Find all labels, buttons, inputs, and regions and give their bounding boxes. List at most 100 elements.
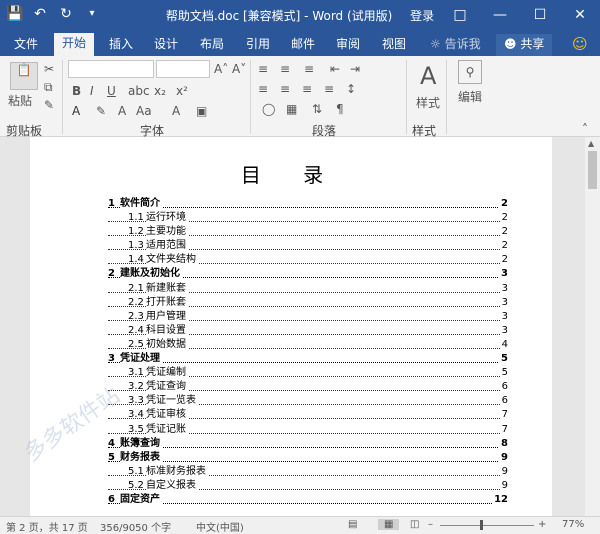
grow-font-icon[interactable]: A˄ [214, 62, 228, 76]
bullets-icon[interactable]: ≡ [258, 62, 268, 76]
cut-icon[interactable]: ✂ [44, 62, 54, 76]
smiley-feedback-icon[interactable]: ☺ [564, 34, 596, 56]
document-page[interactable]: 目 录 1 软件简介 2 1.1 运行环境 2 1.2 主要功能 2 1.3 适用范围 2 1.4 文件夹… [20, 137, 552, 516]
scroll-up-icon[interactable]: ▲ [588, 139, 594, 148]
sort-icon[interactable]: ⇅ [312, 102, 322, 116]
tab-mailings[interactable]: 邮件 [283, 34, 323, 56]
toc-entry[interactable]: 2.3 用户管理 3 [108, 309, 508, 324]
copy-icon[interactable]: ⧉ [44, 80, 53, 95]
print-layout-icon[interactable]: ▦ [378, 519, 400, 530]
numbering-icon[interactable]: ≡ [280, 62, 290, 76]
char-border-icon[interactable]: ▣ [196, 104, 207, 118]
align-center-icon[interactable]: ≡ [280, 82, 290, 96]
line-spacing-icon[interactable]: ↕ [346, 82, 356, 96]
increase-indent-icon[interactable]: ⇥ [350, 62, 360, 76]
toc-entry-number: 3.3 [128, 395, 144, 407]
toc-leader-dots [108, 460, 500, 462]
document-title: 帮助文档.doc [兼容模式] - Word (试用版) [165, 9, 393, 23]
read-mode-icon[interactable]: ▤ [348, 519, 357, 530]
scroll-thumb[interactable] [588, 151, 597, 189]
align-left-icon[interactable]: ≡ [258, 82, 268, 96]
shrink-font-icon[interactable]: A˅ [232, 62, 246, 76]
toc-entry-label: 凭证记账 [146, 422, 188, 437]
toc-entry[interactable]: 5.1 标准财务报表 9 [108, 464, 508, 479]
toc-entry[interactable]: 4 账簿查询 8 [108, 436, 508, 451]
shading-icon[interactable]: ◯ [262, 102, 275, 116]
tab-insert[interactable]: 插入 [101, 34, 141, 56]
toc-entry[interactable]: 1.2 主要功能 2 [108, 225, 508, 240]
login-link[interactable]: 登录 [410, 9, 434, 23]
tab-review[interactable]: 审阅 [328, 34, 368, 56]
zoom-out-icon[interactable]: – [428, 519, 433, 530]
styles-button[interactable]: 样式 [416, 94, 440, 111]
font-size-box[interactable] [156, 60, 210, 78]
zoom-level[interactable]: 77% [562, 519, 584, 530]
toc-entry[interactable]: 3.1 凭证编制 5 [108, 366, 508, 381]
toc-entry[interactable]: 3.5 凭证记账 7 [108, 422, 508, 437]
language[interactable]: 中文(中国) [196, 519, 244, 534]
tab-layout[interactable]: 布局 [192, 34, 232, 56]
paste-button-label[interactable]: 粘贴 [8, 92, 32, 109]
toc-entry[interactable]: 3 凭证处理 5 [108, 352, 508, 367]
toc-entry-label: 凭证审核 [146, 408, 188, 423]
toc-entry[interactable]: 5 财务报表 9 [108, 450, 508, 465]
toc-entry[interactable]: 2.2 打开账套 3 [108, 295, 508, 310]
paste-icon[interactable]: 📋 [10, 62, 38, 90]
share-button[interactable]: ☻ 共享 [496, 34, 553, 56]
superscript-icon[interactable]: x² [176, 84, 188, 98]
toc-entry[interactable]: 3.4 凭证审核 7 [108, 408, 508, 423]
editing-button[interactable]: 编辑 [458, 88, 482, 105]
strikethrough-icon[interactable]: abc [128, 84, 150, 98]
toc-entry[interactable]: 2.4 科目设置 3 [108, 323, 508, 338]
font-color-icon[interactable]: A [118, 104, 126, 118]
italic-icon[interactable]: I [90, 84, 94, 98]
tab-file[interactable]: 文件 [6, 34, 46, 56]
toc-entry-number: 3.4 [128, 409, 144, 421]
bold-icon[interactable]: B [72, 84, 81, 98]
tab-references[interactable]: 引用 [238, 34, 278, 56]
toc-entry[interactable]: 1.1 运行环境 2 [108, 211, 508, 226]
tab-design[interactable]: 设计 [146, 34, 186, 56]
tell-me-box[interactable]: ☼ 告诉我 [422, 34, 489, 56]
justify-icon[interactable]: ≡ [324, 82, 334, 96]
align-right-icon[interactable]: ≡ [302, 82, 312, 96]
toc-entry[interactable]: 1.4 文件夹结构 2 [108, 253, 508, 268]
subscript-icon[interactable]: x₂ [154, 84, 166, 98]
maximize-button[interactable]: ☐ [520, 0, 560, 30]
ribbon-display-options-icon[interactable]: □ [440, 0, 480, 30]
toc-entry[interactable]: 3.3 凭证一览表 6 [108, 394, 508, 409]
show-marks-icon[interactable]: ¶ [336, 102, 344, 116]
font-name-box[interactable] [68, 60, 154, 78]
collapse-ribbon-icon[interactable]: ˄ [582, 122, 588, 136]
toc-entry[interactable]: 2.5 初始数据 4 [108, 337, 508, 352]
find-icon[interactable]: ⚲ [458, 60, 482, 84]
zoom-slider[interactable] [440, 525, 534, 526]
char-shading-icon[interactable]: A [172, 104, 180, 118]
toc-entry[interactable]: 5.2 自定义报表 9 [108, 478, 508, 493]
change-case-icon[interactable]: Aa [136, 104, 152, 118]
vertical-scrollbar[interactable]: ▲ [585, 137, 600, 516]
word-count[interactable]: 356/9050 个字 [100, 519, 171, 534]
toc-entry[interactable]: 2.1 新建账套 3 [108, 281, 508, 296]
toc-entry[interactable]: 6 固定资产 12 [108, 492, 508, 507]
tab-home[interactable]: 开始 [54, 33, 95, 56]
toc-entry[interactable]: 1.3 适用范围 2 [108, 239, 508, 254]
format-painter-icon[interactable]: ✎ [44, 98, 54, 112]
web-layout-icon[interactable]: ◫ [410, 519, 419, 530]
text-effects-icon[interactable]: A [72, 104, 80, 118]
page-count[interactable]: 第 2 页，共 17 页 [6, 519, 88, 534]
minimize-button[interactable]: — [480, 0, 520, 30]
zoom-in-icon[interactable]: + [538, 519, 546, 530]
toc-entry[interactable]: 2 建账及初始化 3 [108, 267, 508, 282]
decrease-indent-icon[interactable]: ⇤ [330, 62, 340, 76]
underline-icon[interactable]: U [107, 84, 116, 98]
multilevel-list-icon[interactable]: ≡ [304, 62, 314, 76]
highlight-icon[interactable]: ✎ [96, 104, 106, 118]
close-button[interactable]: ✕ [560, 0, 600, 30]
zoom-slider-thumb[interactable] [480, 520, 483, 530]
tab-view[interactable]: 视图 [374, 34, 414, 56]
borders-icon[interactable]: ▦ [286, 102, 297, 116]
styles-icon[interactable]: A [420, 62, 436, 90]
toc-entry[interactable]: 3.2 凭证查询 6 [108, 380, 508, 395]
toc-entry[interactable]: 1 软件简介 2 [108, 197, 508, 211]
